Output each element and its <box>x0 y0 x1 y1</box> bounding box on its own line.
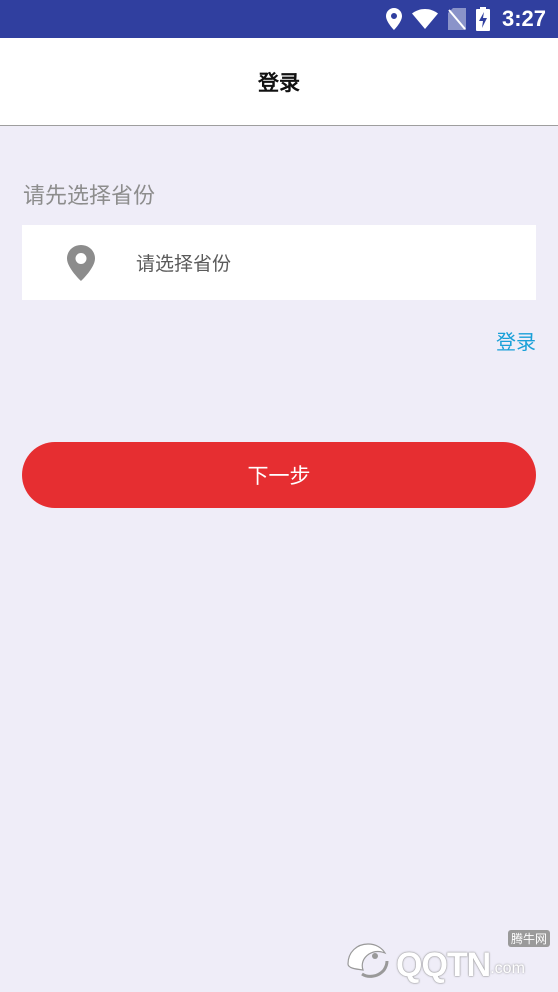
location-pin-icon <box>66 244 96 281</box>
status-time: 3:27 <box>501 6 546 31</box>
watermark-brand: QQTN <box>396 946 491 984</box>
watermark: QQTN .com 腾牛网 <box>342 930 552 986</box>
watermark-domain: .com <box>490 960 525 977</box>
battery-charging-icon <box>475 7 490 31</box>
location-icon <box>385 8 402 30</box>
status-bar: 3:27 <box>0 0 558 38</box>
login-link[interactable]: 登录 <box>496 326 536 355</box>
app-bar: 登录 <box>0 38 558 126</box>
province-placeholder: 请选择省份 <box>136 253 232 275</box>
watermark-logo-icon <box>342 934 394 986</box>
page-title: 登录 <box>258 70 300 95</box>
watermark-cn-label: 腾牛网 <box>507 930 550 947</box>
no-sim-icon <box>447 8 466 30</box>
next-step-button[interactable]: 下一步 <box>22 442 536 508</box>
province-select-field[interactable]: 请选择省份 <box>22 225 536 300</box>
wifi-icon <box>411 9 438 29</box>
province-prompt-label: 请先选择省份 <box>23 184 156 209</box>
